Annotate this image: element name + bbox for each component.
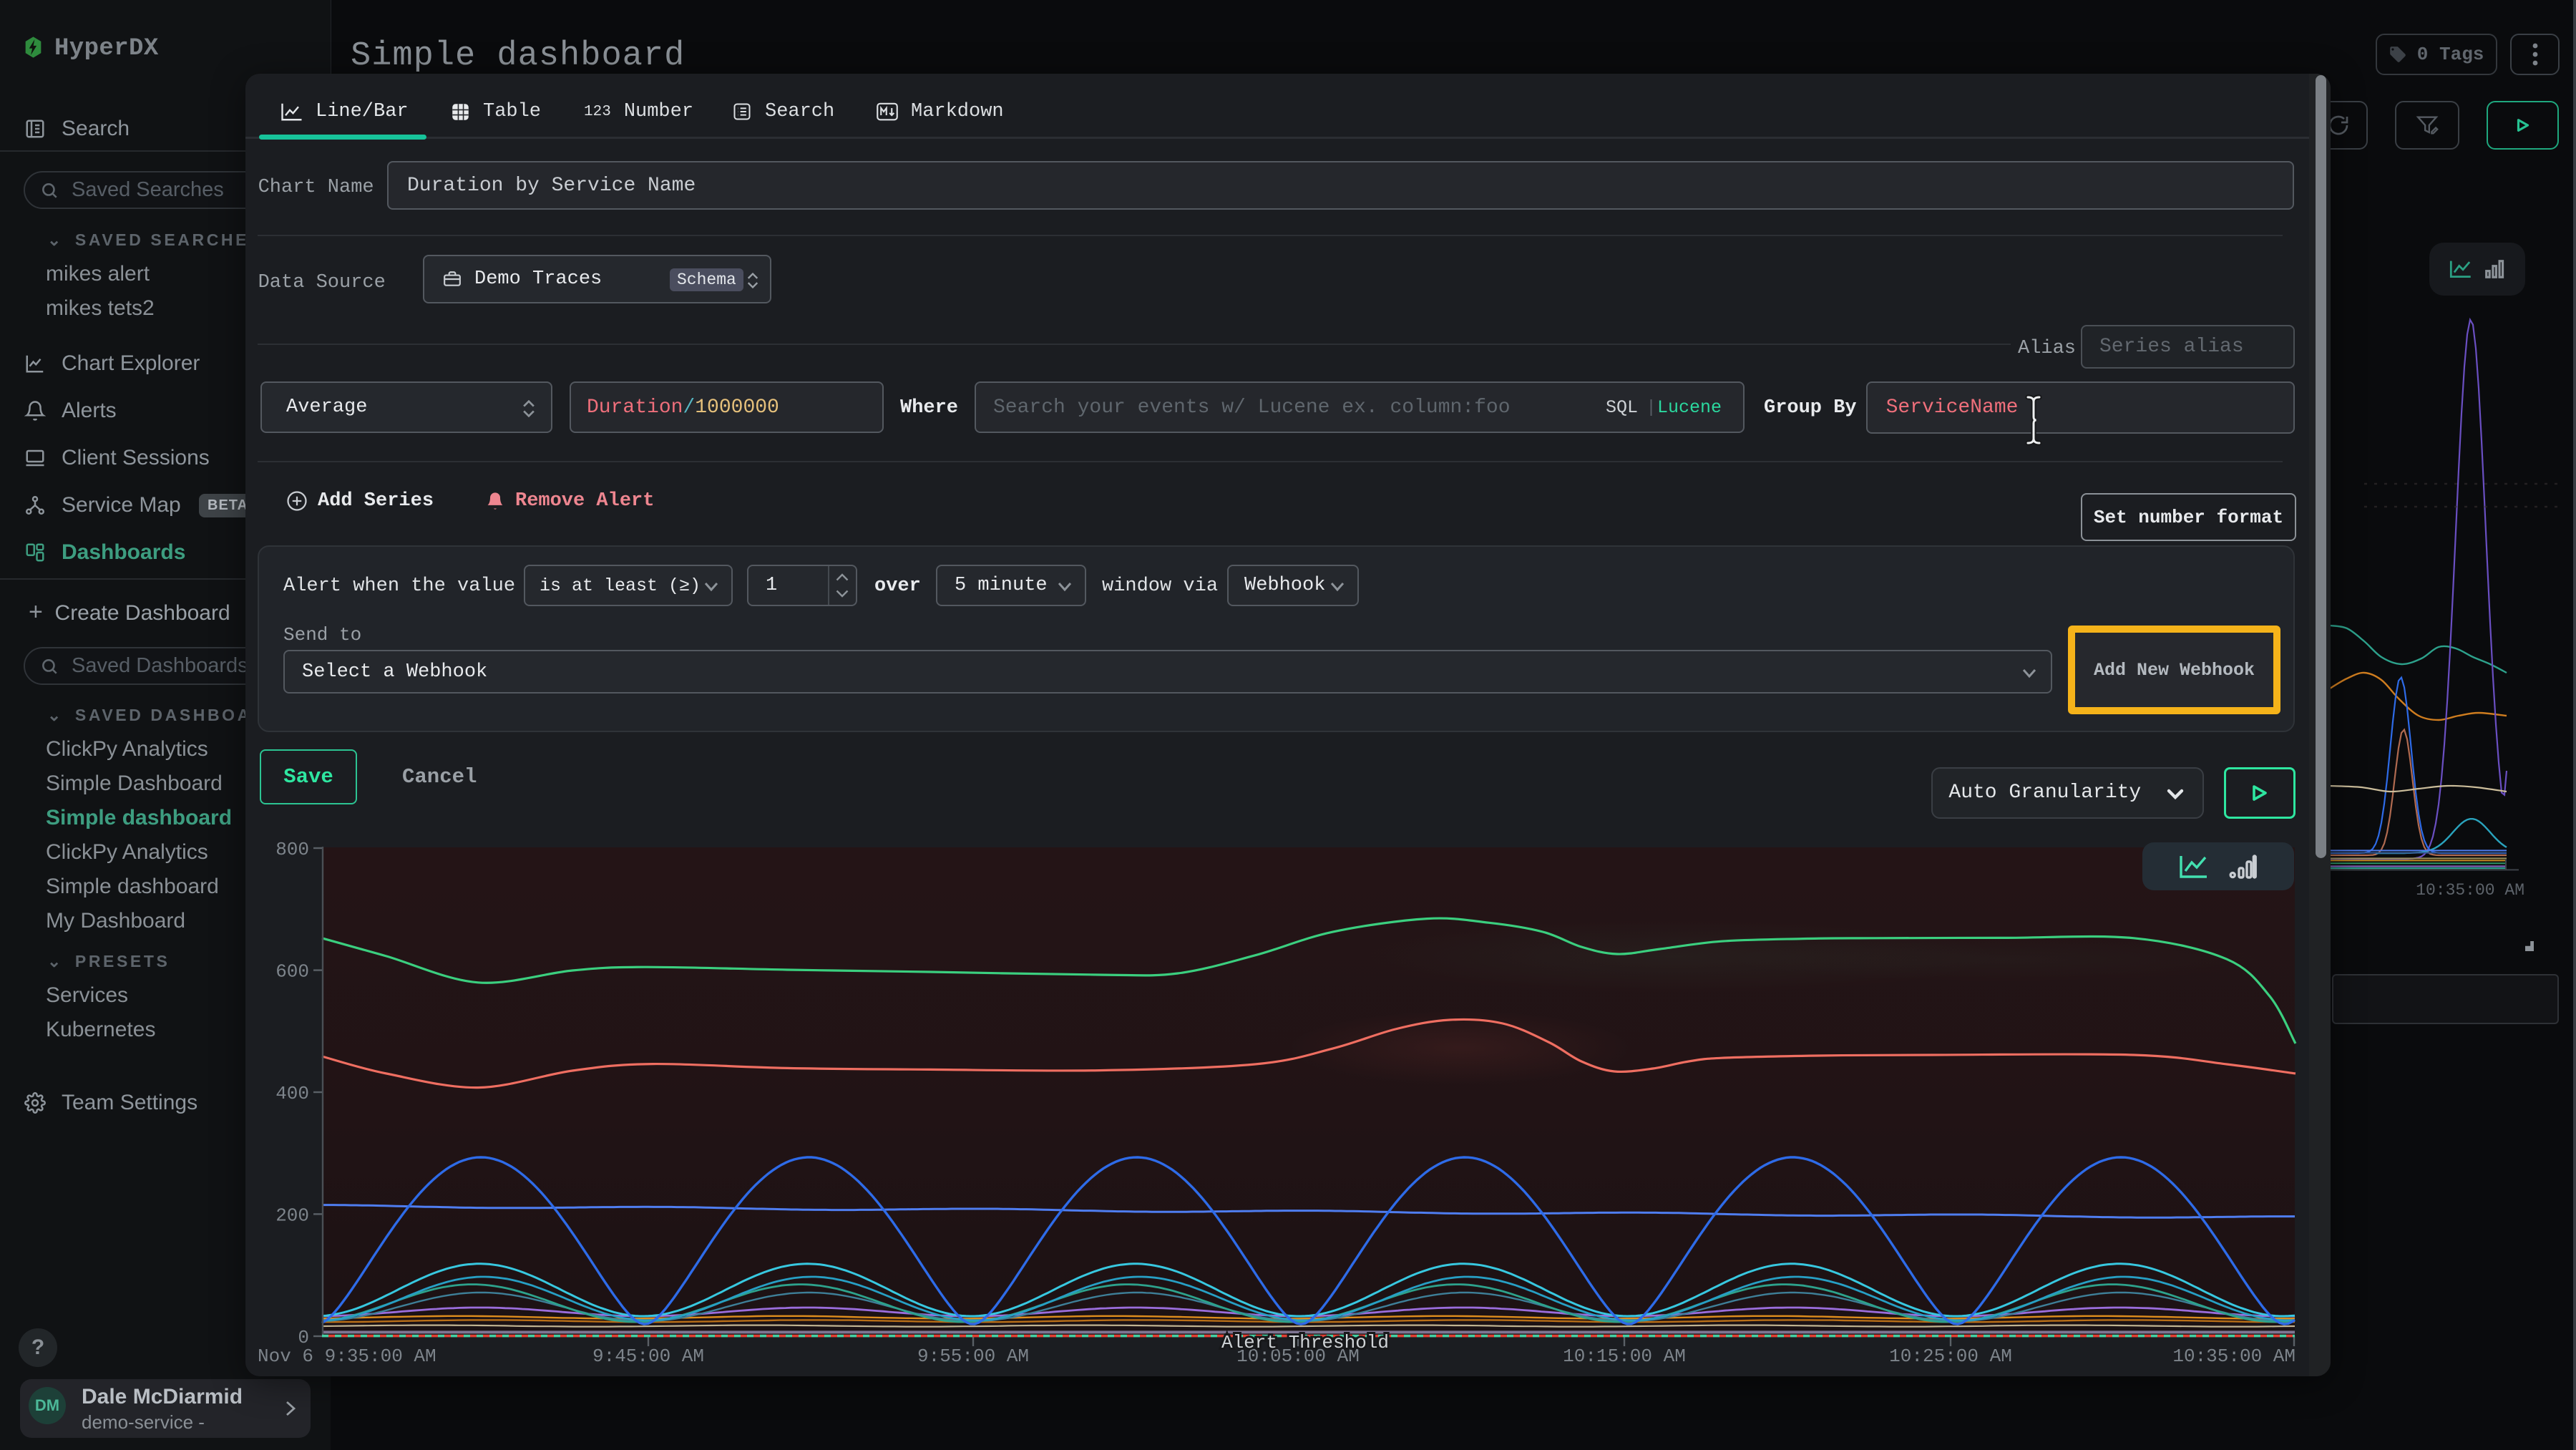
svg-text:10:35:00 AM: 10:35:00 AM	[2416, 881, 2524, 900]
